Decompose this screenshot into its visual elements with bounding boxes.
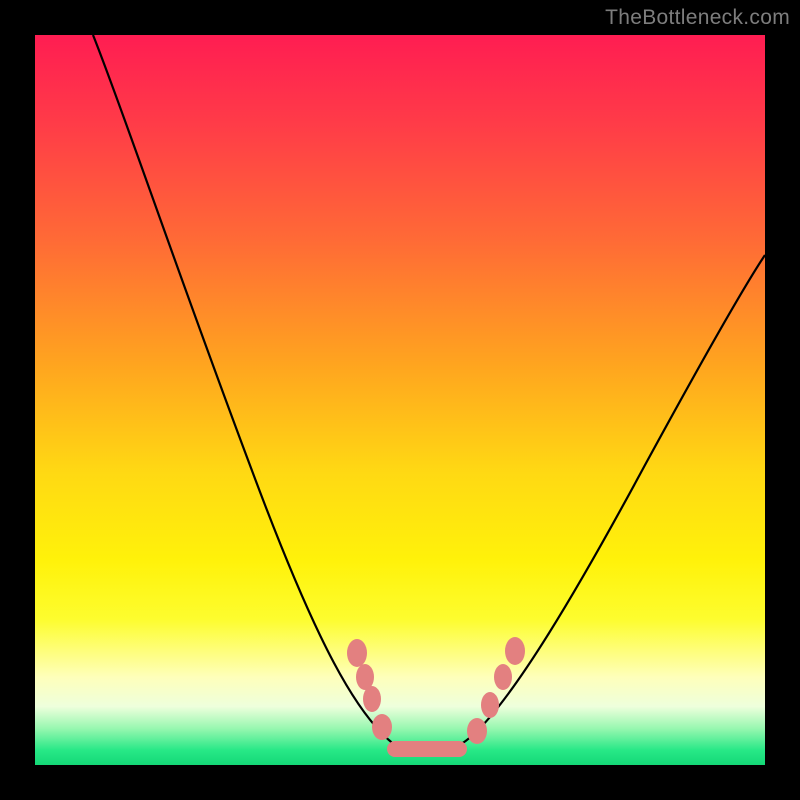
bottleneck-curve xyxy=(93,35,765,754)
plot-area xyxy=(35,35,765,765)
watermark-label: TheBottleneck.com xyxy=(605,6,790,30)
valley-markers xyxy=(347,637,525,757)
chart-frame: TheBottleneck.com xyxy=(0,0,800,800)
curve-svg xyxy=(35,35,765,765)
